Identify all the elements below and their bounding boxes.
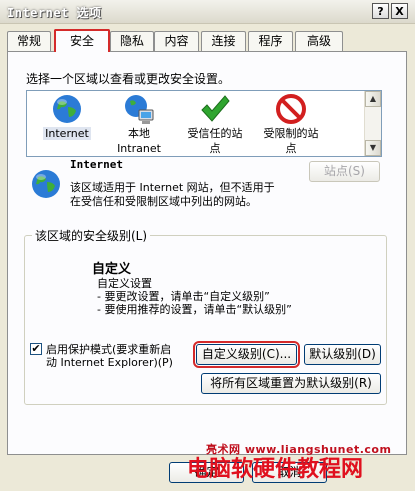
zone-trusted-label-2: 点 xyxy=(209,142,221,155)
local-intranet-icon xyxy=(123,93,155,125)
scroll-up-icon[interactable]: ▲ xyxy=(365,91,381,107)
watermark-title: 电脑软硬件教程网 xyxy=(187,456,364,482)
close-button[interactable]: X xyxy=(391,3,408,19)
zone-restricted-label-1: 受限制的站 xyxy=(263,127,319,140)
selected-zone-name: Internet xyxy=(70,158,123,171)
tab-privacy[interactable]: 隐私 xyxy=(110,31,154,51)
help-button[interactable]: ? xyxy=(372,3,389,19)
zone-trusted-sites[interactable]: 受信任的站 点 xyxy=(175,93,255,155)
zone-local-intranet[interactable]: 本地 Intranet xyxy=(99,93,179,155)
scroll-down-icon[interactable]: ▼ xyxy=(365,140,381,156)
zone-trusted-label-1: 受信任的站 xyxy=(187,127,243,140)
zone-scrollbar[interactable]: ▲ ▼ xyxy=(364,91,381,156)
protected-mode-label-2: 动 Internet Explorer)(P) xyxy=(46,356,173,369)
sites-button[interactable]: 站点(S) xyxy=(309,161,380,182)
tab-programs[interactable]: 程序 xyxy=(248,31,293,51)
reset-all-zones-button[interactable]: 将所有区域重置为默认级别(R) xyxy=(201,373,381,394)
zone-internet[interactable]: Internet xyxy=(27,93,107,140)
default-level-button[interactable]: 默认级别(D) xyxy=(304,344,381,365)
zone-select-prompt: 选择一个区域以查看或更改安全设置。 xyxy=(26,72,231,86)
zone-local-intranet-label-2: Intranet xyxy=(117,142,161,155)
zone-list: Internet 本地 Intranet 受信任的站 点 受限制的站 点 ▲ ▼ xyxy=(26,90,382,157)
tab-advanced[interactable]: 高级 xyxy=(295,31,343,51)
tab-security[interactable]: 安全 xyxy=(54,29,110,52)
zone-local-intranet-label-1: 本地 xyxy=(128,127,150,140)
selected-zone-desc-2: 在受信任和受限制区域中列出的网站。 xyxy=(70,195,257,208)
tab-connections[interactable]: 连接 xyxy=(201,31,246,51)
zone-internet-label: Internet xyxy=(43,127,91,140)
security-level-title: 该区域的安全级别(L) xyxy=(32,227,151,244)
tab-general[interactable]: 常规 xyxy=(7,31,51,51)
checkmark-icon xyxy=(199,93,231,125)
zone-restricted-sites[interactable]: 受限制的站 点 xyxy=(251,93,331,155)
zone-restricted-label-2: 点 xyxy=(285,142,297,155)
protected-mode-checkbox[interactable]: ✔ xyxy=(30,343,42,355)
level-desc-3: - 要使用推荐的设置，请单击“默认级别” xyxy=(97,303,292,316)
title-bar: Internet 选项 ? X xyxy=(0,0,415,24)
globe-icon xyxy=(51,93,83,125)
selected-zone-globe-icon xyxy=(30,168,62,200)
tab-content[interactable]: 内容 xyxy=(154,31,199,51)
custom-level-button[interactable]: 自定义级别(C)... xyxy=(193,341,300,368)
window-title: Internet 选项 xyxy=(7,6,102,20)
restricted-icon xyxy=(275,93,307,125)
